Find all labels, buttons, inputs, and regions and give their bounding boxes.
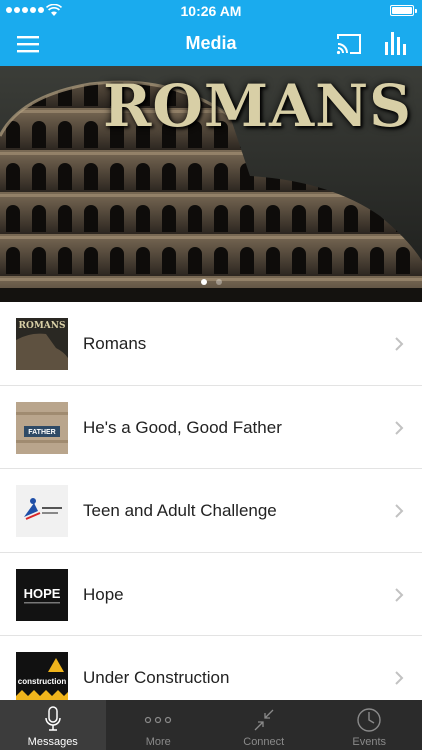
tab-connect[interactable]: Connect (211, 700, 317, 750)
tab-events[interactable]: Events (317, 700, 422, 750)
thumb-text: ROMANS (19, 321, 66, 331)
cast-icon[interactable] (335, 32, 363, 56)
hero-title: ROMANS (103, 72, 412, 140)
chevron-right-icon (395, 671, 404, 685)
list-item-label: Hope (83, 584, 124, 604)
chevron-right-icon (395, 587, 404, 602)
equalizer-icon[interactable] (383, 30, 407, 56)
battery-icon (390, 5, 417, 16)
list-item-label: He's a Good, Good Father (83, 417, 282, 437)
list-item-label: Under Construction (83, 668, 230, 687)
media-list: ROMANS Romans FATHER He's a Good, Good F… (0, 302, 422, 720)
thumb-text: HOPE (24, 586, 61, 601)
romans-thumbnail: ROMANS (16, 318, 68, 370)
tab-label: Messages (27, 736, 78, 748)
tab-label: Connect (243, 736, 285, 748)
hero-banner[interactable]: ROMANS (0, 66, 422, 302)
tab-messages[interactable]: Messages (0, 700, 106, 750)
tab-label: Events (352, 736, 387, 748)
nav-bar: Media (0, 22, 422, 66)
list-item[interactable]: HOPE Hope (0, 553, 422, 636)
status-time: 10:26 AM (180, 3, 242, 19)
status-bar: 10:26 AM (0, 0, 422, 22)
menu-icon[interactable] (16, 34, 40, 54)
chevron-right-icon (395, 504, 404, 518)
page-dot-active[interactable] (200, 279, 207, 285)
hope-thumbnail: HOPE (16, 568, 68, 621)
list-item[interactable]: FATHER He's a Good, Good Father (0, 386, 422, 469)
tab-label: More (145, 736, 171, 748)
tab-bar: Messages More Connect Events (0, 700, 422, 750)
list-item[interactable]: Teen and Adult Challenge (0, 469, 422, 553)
chevron-right-icon (395, 420, 404, 435)
tab-more[interactable]: More (106, 700, 212, 750)
list-item-label: Romans (83, 334, 147, 353)
more-dots-icon (145, 716, 172, 724)
clock-icon (357, 708, 381, 732)
teen-challenge-thumbnail (16, 485, 68, 537)
father-thumbnail: FATHER (16, 401, 68, 454)
list-item[interactable]: ROMANS Romans (0, 302, 422, 386)
connect-arrows-icon (254, 709, 274, 731)
thumb-text: FATHER (28, 429, 55, 436)
list-item-label: Teen and Adult Challenge (83, 501, 277, 520)
page-dot[interactable] (215, 279, 222, 285)
thumb-text: construction (18, 677, 67, 686)
microphone-icon (45, 706, 61, 731)
carousel-page-indicator[interactable] (0, 279, 422, 285)
chevron-right-icon (395, 337, 404, 351)
construction-thumbnail: construction (16, 652, 68, 704)
